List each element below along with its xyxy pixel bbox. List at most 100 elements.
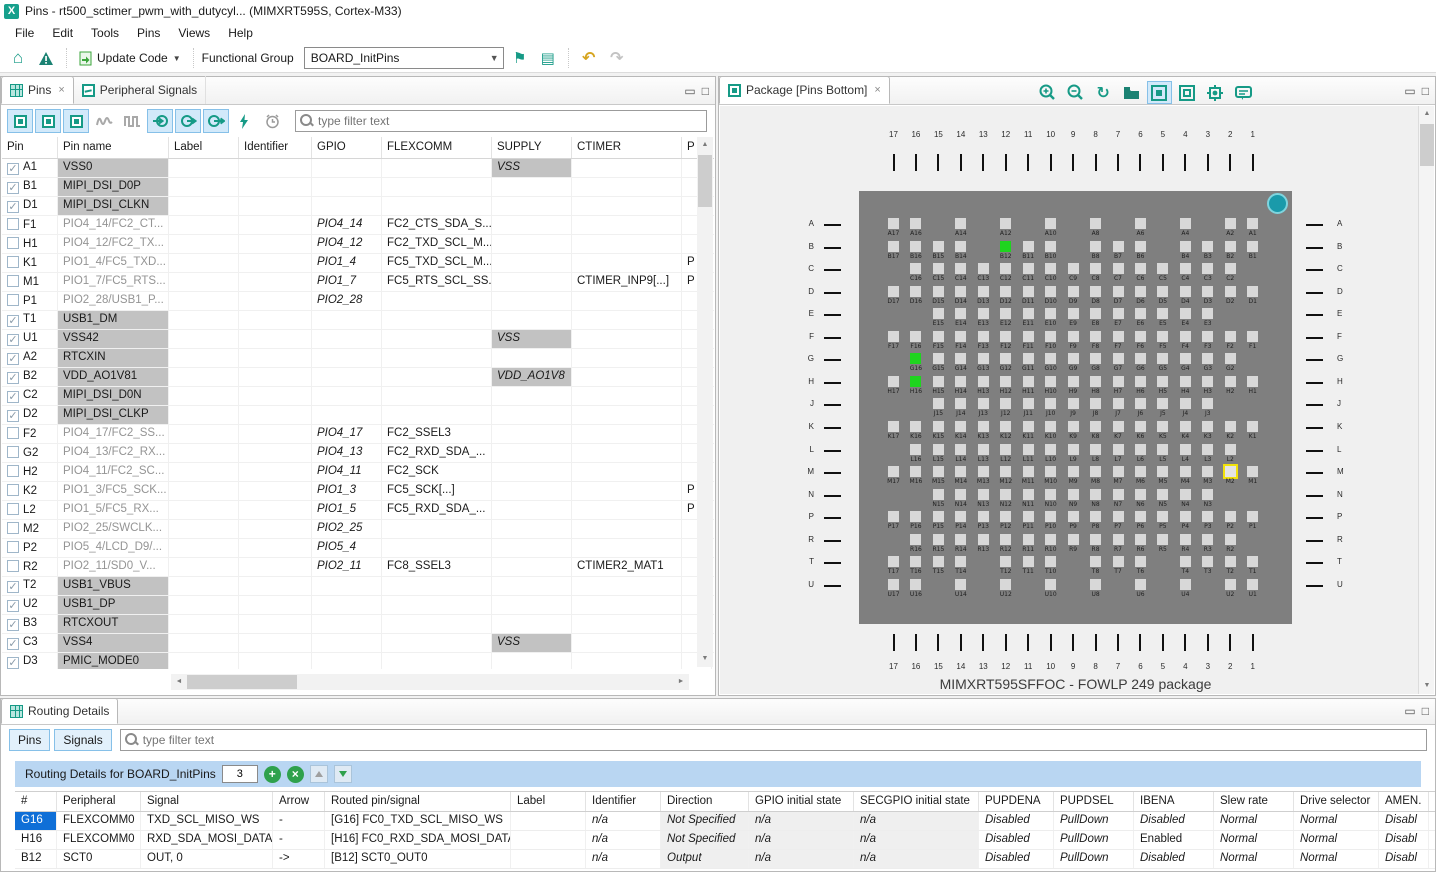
pin-row-D1[interactable]: ✓D1MIPI_DSI_CLKN [2, 197, 714, 216]
package-ball-A14[interactable] [955, 218, 966, 229]
package-ball-K13[interactable] [978, 421, 989, 432]
pin-checkbox[interactable]: ✓ [7, 410, 19, 422]
pin-checkbox[interactable]: ✓ [7, 334, 19, 346]
package-ball-T7[interactable] [1113, 556, 1124, 567]
package-ball-R16[interactable] [910, 534, 921, 545]
pin-checkbox[interactable] [7, 256, 19, 268]
package-ball-N13[interactable] [978, 489, 989, 500]
package-ball-A10[interactable] [1045, 218, 1056, 229]
package-ball-T14[interactable] [955, 556, 966, 567]
package-ball-D17[interactable] [888, 286, 899, 297]
pin-checkbox[interactable] [7, 503, 19, 515]
pin-checkbox[interactable] [7, 541, 19, 553]
pin-row-L2[interactable]: L2PIO1_5/FC5_RX...PIO1_5FC5_RXD_SDA_...P [2, 501, 714, 520]
package-ball-P11[interactable] [1023, 511, 1034, 522]
pin-checkbox[interactable] [7, 465, 19, 477]
package-ball-L2[interactable] [1225, 444, 1236, 455]
package-ball-N10[interactable] [1045, 489, 1056, 500]
package-ball-A2[interactable] [1225, 218, 1236, 229]
package-ball-H15[interactable] [933, 376, 944, 387]
package-ball-G15[interactable] [933, 353, 944, 364]
package-ball-E5[interactable] [1157, 308, 1168, 319]
pin-checkbox[interactable]: ✓ [7, 372, 19, 384]
package-ball-N5[interactable] [1157, 489, 1168, 500]
package-ball-N15[interactable] [933, 489, 944, 500]
maximize-icon[interactable]: □ [1422, 704, 1429, 718]
column-header-pupdsel[interactable]: PUPDSEL [1054, 792, 1134, 811]
package-ball-D10[interactable] [1045, 286, 1056, 297]
pin-checkbox[interactable] [7, 522, 19, 534]
package-ball-M10[interactable] [1045, 466, 1056, 477]
package-ball-B4[interactable] [1180, 241, 1191, 252]
package-ball-C11[interactable] [1023, 263, 1034, 274]
menu-item-pins[interactable]: Pins [128, 24, 169, 42]
package-ball-E10[interactable] [1045, 308, 1056, 319]
column-header-gpio[interactable]: GPIO [312, 137, 382, 158]
package-ball-C16[interactable] [910, 263, 921, 274]
package-ball-H8[interactable] [1090, 376, 1101, 387]
package-ball-P15[interactable] [933, 511, 944, 522]
package-ball-U10[interactable] [1045, 579, 1056, 590]
package-ball-P9[interactable] [1068, 511, 1079, 522]
power-icon[interactable] [231, 109, 257, 133]
package-ball-G2[interactable] [1225, 353, 1236, 364]
package-ball-T1[interactable] [1247, 556, 1258, 567]
package-ball-L12[interactable] [1000, 444, 1011, 455]
package-ball-R11[interactable] [1023, 534, 1034, 545]
package-ball-U17[interactable] [888, 579, 899, 590]
pin-checkbox[interactable]: ✓ [7, 201, 19, 213]
problems-warning-icon[interactable] [34, 46, 58, 70]
package-ball-H17[interactable] [888, 376, 899, 387]
pin-checkbox[interactable]: ✓ [7, 657, 19, 669]
package-ball-C9[interactable] [1068, 263, 1079, 274]
package-ball-M14[interactable] [955, 466, 966, 477]
package-ball-H3[interactable] [1202, 376, 1213, 387]
package-ball-G10[interactable] [1045, 353, 1056, 364]
package-ball-R5[interactable] [1157, 534, 1168, 545]
package-ball-K6[interactable] [1135, 421, 1146, 432]
package-ball-B17[interactable] [888, 241, 899, 252]
chip-settings-icon[interactable] [1203, 81, 1228, 104]
package-ball-B7[interactable] [1113, 241, 1124, 252]
package-ball-R12[interactable] [1000, 534, 1011, 545]
package-ball-A4[interactable] [1180, 218, 1191, 229]
pin-checkbox[interactable]: ✓ [7, 581, 19, 593]
column-header-pupdena[interactable]: PUPDENA [979, 792, 1054, 811]
package-ball-M5[interactable] [1157, 466, 1168, 477]
registers-list-icon[interactable]: ▤ [536, 46, 560, 70]
package-ball-T16[interactable] [910, 556, 921, 567]
column-header--[interactable]: # [15, 792, 57, 811]
pin-row-P1[interactable]: P1PIO2_28/USB1_P...PIO2_28 [2, 292, 714, 311]
package-ball-L13[interactable] [978, 444, 989, 455]
tab-routing-details[interactable]: Routing Details [1, 698, 118, 724]
pin-row-B2[interactable]: ✓B2VDD_AO1V81VDD_AO1V8 [2, 368, 714, 387]
package-ball-C6[interactable] [1135, 263, 1146, 274]
package-ball-E14[interactable] [955, 308, 966, 319]
package-ball-D5[interactable] [1157, 286, 1168, 297]
pin-row-G2[interactable]: G2PIO4_13/FC2_RX...PIO4_13FC2_RXD_SDA_..… [2, 444, 714, 463]
package-ball-G11[interactable] [1023, 353, 1034, 364]
package-ball-F1[interactable] [1247, 331, 1258, 342]
package-ball-F9[interactable] [1068, 331, 1079, 342]
zoom-in-icon[interactable] [1035, 81, 1060, 104]
scroll-left-icon[interactable]: ◄ [171, 678, 187, 686]
package-ball-B8[interactable] [1090, 241, 1101, 252]
package-ball-C4[interactable] [1180, 263, 1191, 274]
package-ball-T2[interactable] [1225, 556, 1236, 567]
package-ball-D1[interactable] [1247, 286, 1258, 297]
package-ball-P8[interactable] [1090, 511, 1101, 522]
column-header-identifier[interactable]: Identifier [586, 792, 661, 811]
package-ball-K2[interactable] [1225, 421, 1236, 432]
package-ball-R6[interactable] [1135, 534, 1146, 545]
column-header-label[interactable]: Label [511, 792, 586, 811]
pin-row-H2[interactable]: H2PIO4_11/FC2_SC...PIO4_11FC2_SCK [2, 463, 714, 482]
show-dedicated-pins-icon[interactable] [7, 109, 33, 133]
package-ball-F16[interactable] [910, 331, 921, 342]
package-ball-F4[interactable] [1180, 331, 1191, 342]
column-header-identifier[interactable]: Identifier [239, 137, 312, 158]
package-ball-H11[interactable] [1023, 376, 1034, 387]
package-ball-P10[interactable] [1045, 511, 1056, 522]
package-vertical-scrollbar[interactable]: ▲ ▼ [1418, 106, 1434, 694]
package-ball-C2[interactable] [1225, 263, 1236, 274]
package-ball-J12[interactable] [1000, 398, 1011, 409]
